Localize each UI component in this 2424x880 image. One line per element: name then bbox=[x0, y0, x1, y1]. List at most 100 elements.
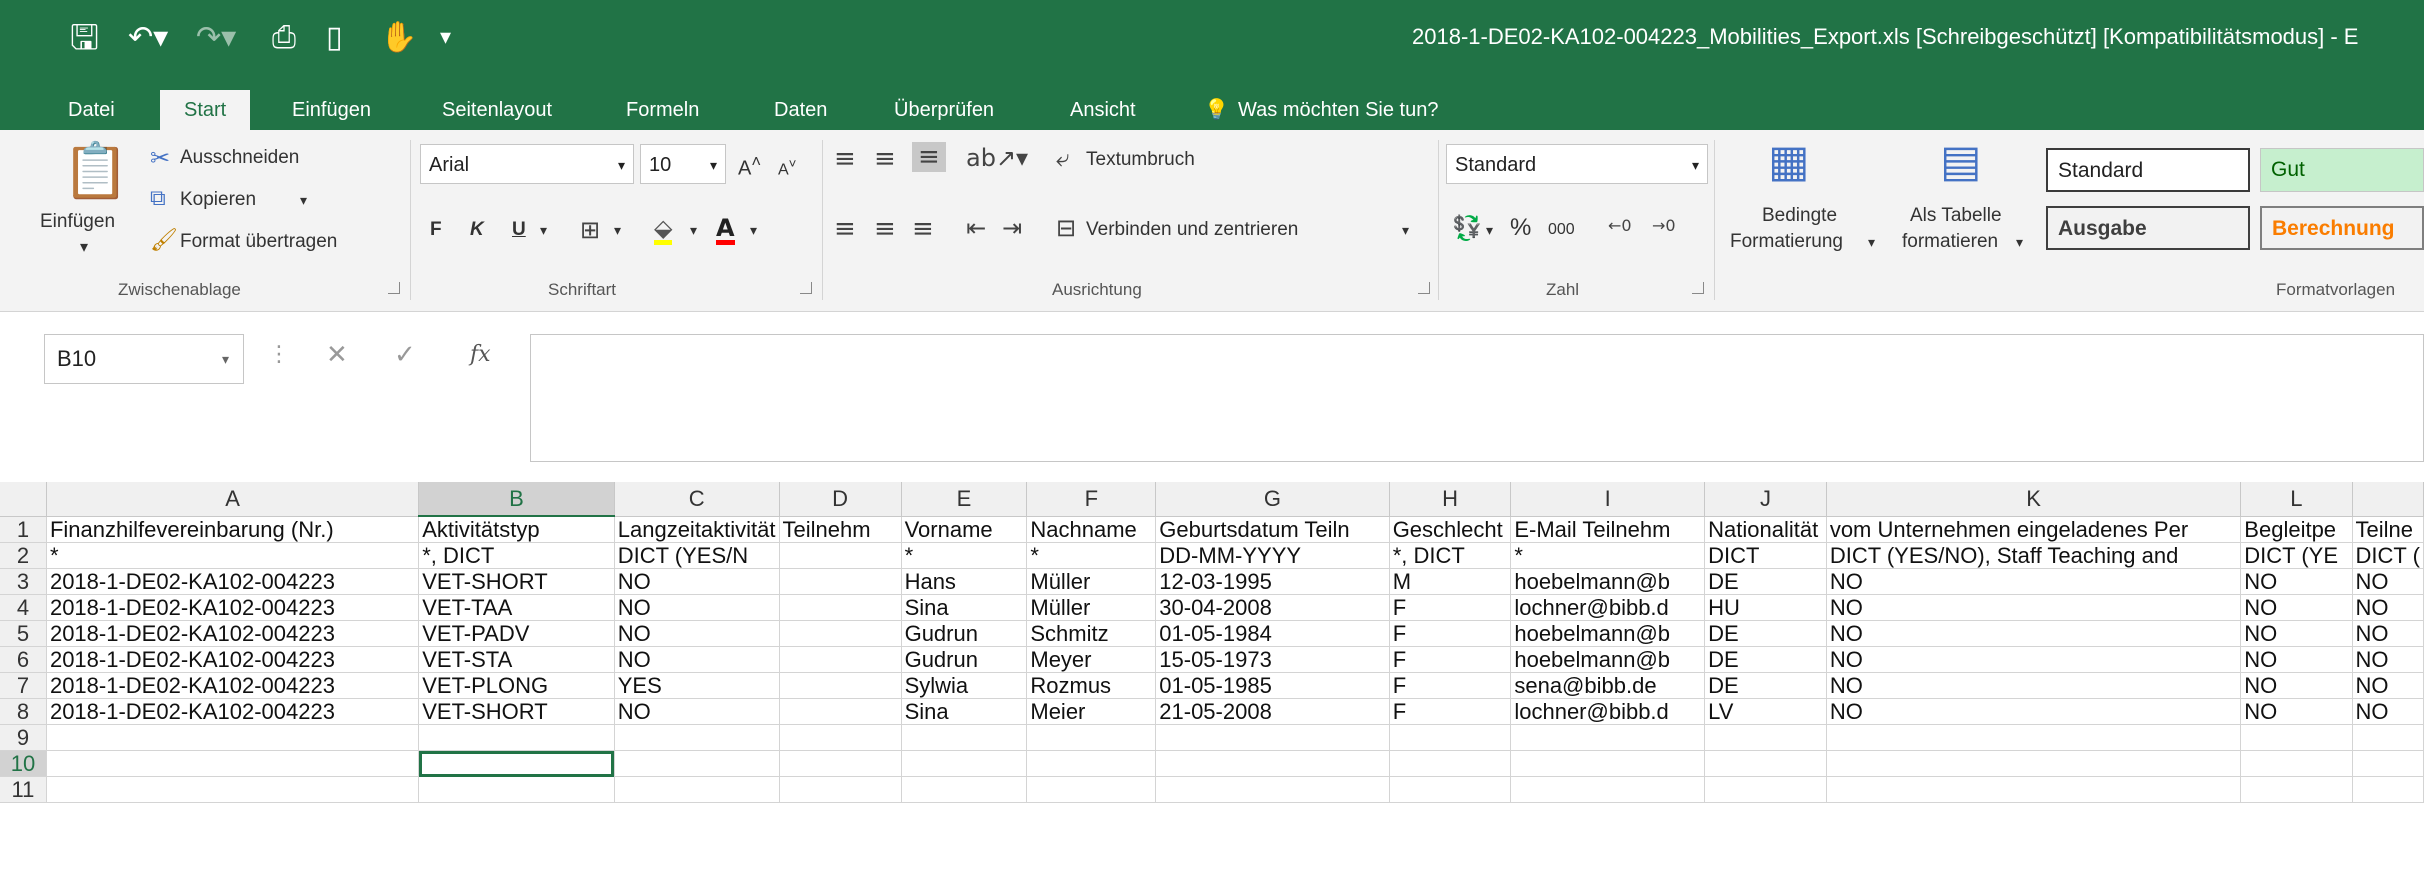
cell[interactable]: M bbox=[1389, 568, 1512, 595]
cell[interactable]: DE bbox=[1704, 646, 1827, 673]
cell[interactable]: hoebelmann@b bbox=[1510, 646, 1706, 673]
cell[interactable]: NO bbox=[614, 568, 780, 595]
cell[interactable]: 2018-1-DE02-KA102-004223 bbox=[46, 646, 420, 673]
column-header-g[interactable]: G bbox=[1155, 482, 1390, 517]
tab-ueberpruefen[interactable]: Überprüfen bbox=[892, 90, 996, 130]
orientation-icon[interactable]: ab↗▾ bbox=[966, 146, 1028, 170]
cell[interactable] bbox=[46, 750, 420, 777]
column-header-f[interactable]: F bbox=[1026, 482, 1157, 517]
increase-indent-icon[interactable]: ⇥ bbox=[1002, 216, 1022, 240]
cell[interactable] bbox=[779, 776, 902, 803]
cell[interactable]: VET-SHORT bbox=[418, 568, 615, 595]
cell[interactable] bbox=[1026, 750, 1157, 777]
cell[interactable]: Teilnehm bbox=[779, 516, 902, 543]
cell[interactable] bbox=[1704, 750, 1827, 777]
cell[interactable]: Rozmus bbox=[1026, 672, 1157, 699]
style-gut[interactable]: Gut bbox=[2260, 148, 2424, 192]
align-top-icon[interactable]: ≡ bbox=[834, 146, 856, 172]
decrease-decimal-icon[interactable]: →0 bbox=[1652, 218, 1676, 234]
cell[interactable]: NO bbox=[1826, 646, 2242, 673]
column-header-i[interactable]: I bbox=[1510, 482, 1706, 517]
clipboard-launcher-icon[interactable] bbox=[388, 282, 400, 294]
cell[interactable] bbox=[46, 724, 420, 751]
cell[interactable]: Teilne bbox=[2352, 516, 2424, 543]
cell[interactable]: NO bbox=[614, 620, 780, 647]
tab-datei[interactable]: Datei bbox=[66, 90, 117, 130]
format-painter-button[interactable]: Format übertragen bbox=[180, 230, 337, 254]
cell[interactable]: Finanzhilfevereinbarung (Nr.) bbox=[46, 516, 420, 543]
column-header-b[interactable]: B bbox=[418, 482, 615, 517]
cell[interactable]: NO bbox=[1826, 594, 2242, 621]
format-as-table-dropdown-icon[interactable]: ▾ bbox=[2016, 230, 2023, 254]
font-color-dropdown-icon[interactable]: ▾ bbox=[750, 218, 757, 242]
underline-button[interactable]: U bbox=[512, 218, 526, 242]
cell[interactable] bbox=[2352, 776, 2424, 803]
currency-icon[interactable]: 💱 bbox=[1452, 216, 1482, 240]
cell[interactable]: NO bbox=[2352, 594, 2424, 621]
cell[interactable] bbox=[901, 750, 1028, 777]
cell[interactable]: F bbox=[1389, 594, 1512, 621]
cell[interactable]: 2018-1-DE02-KA102-004223 bbox=[46, 568, 420, 595]
tell-me-box[interactable]: Was möchten Sie tun? bbox=[1236, 90, 1440, 130]
cell[interactable] bbox=[779, 698, 902, 725]
cell[interactable]: NO bbox=[2352, 646, 2424, 673]
row-header[interactable]: 5 bbox=[0, 620, 47, 647]
cell[interactable]: Gudrun bbox=[901, 620, 1028, 647]
conditional-formatting-label-1[interactable]: Bedingte bbox=[1762, 204, 1837, 228]
cell[interactable]: VET-SHORT bbox=[418, 698, 615, 725]
save-icon[interactable]: 🖫 bbox=[70, 18, 99, 58]
select-all-corner[interactable] bbox=[0, 482, 47, 517]
align-bottom-icon[interactable]: ≡ bbox=[912, 142, 946, 172]
cell[interactable] bbox=[779, 672, 902, 699]
cell[interactable] bbox=[901, 776, 1028, 803]
cell[interactable] bbox=[614, 750, 780, 777]
column-header-e[interactable]: E bbox=[901, 482, 1028, 517]
paste-icon[interactable]: 📋 bbox=[62, 144, 129, 198]
cell[interactable] bbox=[1510, 724, 1706, 751]
undo-icon[interactable]: ↶▾ bbox=[128, 18, 168, 58]
print-preview-icon[interactable]: ⎙ bbox=[272, 18, 296, 58]
cell[interactable] bbox=[779, 620, 902, 647]
cell[interactable] bbox=[779, 646, 902, 673]
cell[interactable]: 2018-1-DE02-KA102-004223 bbox=[46, 620, 420, 647]
cell[interactable] bbox=[779, 724, 902, 751]
cell[interactable] bbox=[779, 594, 902, 621]
cell[interactable]: 12-03-1995 bbox=[1155, 568, 1390, 595]
cell[interactable] bbox=[1155, 724, 1390, 751]
tab-start[interactable]: Start bbox=[160, 90, 251, 130]
tab-einfuegen[interactable]: Einfügen bbox=[290, 90, 373, 130]
align-center-icon[interactable]: ≡ bbox=[874, 216, 896, 242]
row-header[interactable]: 1 bbox=[0, 516, 47, 543]
cell[interactable]: Meyer bbox=[1026, 646, 1157, 673]
cell[interactable] bbox=[1389, 724, 1512, 751]
cell[interactable]: Gudrun bbox=[901, 646, 1028, 673]
cell[interactable]: NO bbox=[2240, 594, 2353, 621]
row-header[interactable]: 9 bbox=[0, 724, 47, 751]
tab-formeln[interactable]: Formeln bbox=[624, 90, 701, 130]
italic-button[interactable]: K bbox=[470, 218, 484, 242]
column-header-h[interactable]: H bbox=[1389, 482, 1512, 517]
cell[interactable] bbox=[614, 724, 780, 751]
cell[interactable]: NO bbox=[1826, 698, 2242, 725]
wrap-text-button[interactable]: Textumbruch bbox=[1086, 148, 1195, 172]
cell[interactable]: NO bbox=[614, 594, 780, 621]
cell[interactable]: VET-PLONG bbox=[418, 672, 615, 699]
cell[interactable]: 2018-1-DE02-KA102-004223 bbox=[46, 594, 420, 621]
merge-dropdown-icon[interactable]: ▾ bbox=[1402, 218, 1409, 242]
cell[interactable]: Aktivitätstyp bbox=[418, 516, 615, 543]
cell[interactable]: F bbox=[1389, 672, 1512, 699]
row-header[interactable]: 11 bbox=[0, 776, 47, 803]
conditional-formatting-dropdown-icon[interactable]: ▾ bbox=[1868, 230, 1875, 254]
cell[interactable] bbox=[1026, 776, 1157, 803]
currency-dropdown-icon[interactable]: ▾ bbox=[1486, 218, 1493, 242]
cell[interactable]: * bbox=[46, 542, 420, 569]
cell[interactable]: * bbox=[901, 542, 1028, 569]
cell[interactable]: 2018-1-DE02-KA102-004223 bbox=[46, 672, 420, 699]
underline-dropdown-icon[interactable]: ▾ bbox=[540, 218, 547, 242]
cell[interactable]: VET-PADV bbox=[418, 620, 615, 647]
cell[interactable] bbox=[418, 724, 615, 751]
cell[interactable]: DICT (YE bbox=[2240, 542, 2353, 569]
cell[interactable] bbox=[1155, 776, 1390, 803]
thousands-button[interactable]: 000 bbox=[1548, 218, 1575, 242]
decrease-indent-icon[interactable]: ⇤ bbox=[966, 216, 986, 240]
